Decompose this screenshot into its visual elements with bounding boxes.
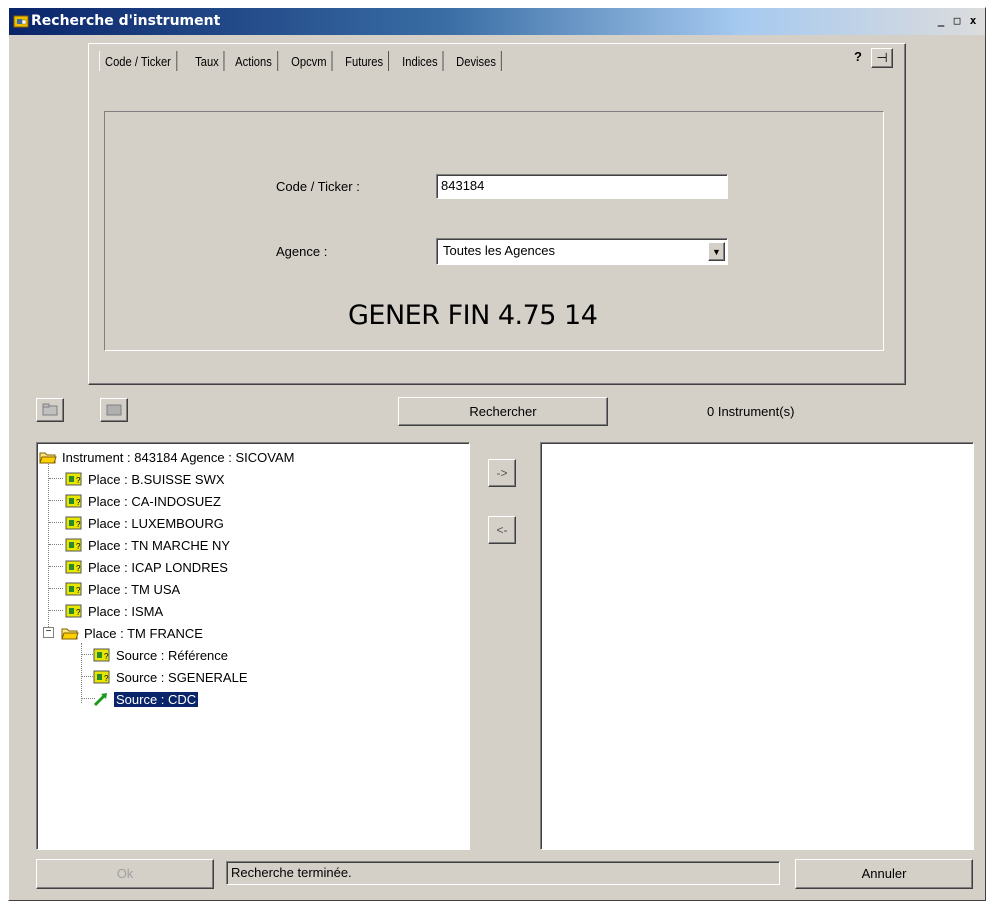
status-bar: Recherche terminée. xyxy=(226,861,780,885)
tab-actions[interactable]: Actions xyxy=(230,51,278,71)
window-title: Recherche d'instrument xyxy=(31,13,221,29)
agence-select[interactable]: Toutes les Agences ▼ xyxy=(436,238,728,265)
tree-connector xyxy=(49,544,63,545)
tree-root-item[interactable]: Instrument : 843184 Agence : SICOVAM xyxy=(39,447,296,467)
place-label: Place : CA-INDOSUEZ xyxy=(88,493,221,509)
svg-text:?: ? xyxy=(76,498,81,507)
place-icon: ? xyxy=(65,472,82,486)
place-icon: ? xyxy=(65,582,82,596)
place-label: Place : ICAP LONDRES xyxy=(88,559,228,575)
folder-open-icon xyxy=(39,452,57,464)
place-label: Place : TM FRANCE xyxy=(84,625,203,641)
folder-open-icon xyxy=(61,628,79,640)
tab-futures[interactable]: Futures xyxy=(340,51,389,71)
place-label: Place : TN MARCHE NY xyxy=(88,537,231,553)
agence-label: Agence : xyxy=(276,244,328,259)
tree-item-place[interactable]: ? Place : TN MARCHE NY xyxy=(65,535,232,555)
source-label: Source : CDC xyxy=(114,691,199,707)
cancel-button[interactable]: Annuler xyxy=(795,859,973,889)
instrument-count: 0 Instrument(s) xyxy=(707,404,795,419)
svg-text:?: ? xyxy=(76,476,81,485)
tree-item-place[interactable]: ? Place : CA-INDOSUEZ xyxy=(65,491,223,511)
tree-item-source-selected[interactable]: Source : CDC xyxy=(93,689,199,709)
folder-closed-button[interactable] xyxy=(36,398,64,422)
place-label: Place : TM USA xyxy=(88,581,181,597)
add-arrow-button[interactable]: -> xyxy=(488,459,516,487)
place-icon: ? xyxy=(65,604,82,618)
svg-text:?: ? xyxy=(76,608,81,617)
source-label: Source : SGENERALE xyxy=(116,669,248,685)
tree-root-label: Instrument : 843184 Agence : SICOVAM xyxy=(62,449,295,465)
maximize-button[interactable]: □ xyxy=(949,14,965,28)
tab-opcvm[interactable]: Opcvm xyxy=(286,51,333,71)
svg-text:?: ? xyxy=(76,520,81,529)
tree-item-place[interactable]: ? Place : ICAP LONDRES xyxy=(65,557,230,577)
help-icon[interactable]: ? xyxy=(847,48,869,68)
title-bar[interactable]: Recherche d'instrument _ □ x xyxy=(9,8,985,35)
source-label: Source : Référence xyxy=(116,647,229,663)
code-ticker-input[interactable]: 843184 xyxy=(436,174,728,199)
tree-item-place[interactable]: ? Place : TM USA xyxy=(65,579,182,599)
minimize-button[interactable]: _ xyxy=(933,14,949,28)
tab-strip: Code / Ticker Taux Actions Opcvm Futures… xyxy=(99,51,510,73)
svg-text:?: ? xyxy=(76,564,81,573)
place-icon: ? xyxy=(65,560,82,574)
tab-taux[interactable]: Taux xyxy=(190,51,225,71)
svg-text:?: ? xyxy=(104,674,109,683)
tree-item-source[interactable]: ? Source : Référence xyxy=(93,645,230,665)
source-icon: ? xyxy=(93,670,110,684)
source-icon: ? xyxy=(93,648,110,662)
svg-text:?: ? xyxy=(104,652,109,661)
tab-code-ticker[interactable]: Code / Ticker xyxy=(99,51,177,71)
tab-indices[interactable]: Indices xyxy=(397,51,444,71)
place-icon: ? xyxy=(65,494,82,508)
chevron-down-icon[interactable]: ▼ xyxy=(708,242,725,261)
selected-instruments-list[interactable] xyxy=(540,442,974,850)
remove-arrow-button[interactable]: <- xyxy=(488,516,516,544)
tree-item-place[interactable]: ? Place : LUXEMBOURG xyxy=(65,513,226,533)
folder-open-button[interactable] xyxy=(100,398,128,422)
tree-connector xyxy=(49,478,63,479)
instrument-name: GENER FIN 4.75 14 xyxy=(348,300,598,331)
tree-item-place[interactable]: ? Place : B.SUISSE SWX xyxy=(65,469,227,489)
folder-open-icon xyxy=(106,404,122,416)
rechercher-button[interactable]: Rechercher xyxy=(398,397,608,426)
instrument-tree[interactable]: Instrument : 843184 Agence : SICOVAM ? P… xyxy=(36,442,470,850)
tree-connector xyxy=(49,566,63,567)
green-arrow-icon xyxy=(93,693,107,707)
code-ticker-label: Code / Ticker : xyxy=(276,179,360,194)
place-label: Place : LUXEMBOURG xyxy=(88,515,224,531)
tab-devises[interactable]: Devises xyxy=(451,51,503,71)
tree-item-place-expanded[interactable]: Place : TM FRANCE xyxy=(61,623,205,643)
tree-connector xyxy=(81,643,82,703)
tree-item-source[interactable]: ? Source : SGENERALE xyxy=(93,667,250,687)
place-icon: ? xyxy=(65,516,82,530)
tree-item-place[interactable]: ? Place : ISMA xyxy=(65,601,165,621)
svg-text:?: ? xyxy=(76,586,81,595)
place-label: Place : ISMA xyxy=(88,603,164,619)
tree-connector xyxy=(49,588,63,589)
pin-icon[interactable]: ⊣ xyxy=(871,48,893,68)
place-label: Place : B.SUISSE SWX xyxy=(88,471,225,487)
tree-connector xyxy=(48,461,49,633)
svg-text:?: ? xyxy=(76,542,81,551)
app-icon xyxy=(13,15,29,28)
tree-connector xyxy=(49,610,63,611)
expand-collapse-toggle[interactable]: − xyxy=(43,627,54,638)
ok-button[interactable]: Ok xyxy=(36,859,214,889)
folder-icon xyxy=(42,403,58,416)
tree-connector xyxy=(49,500,63,501)
tree-connector xyxy=(49,522,63,523)
close-button[interactable]: x xyxy=(965,14,981,28)
agence-selected-value: Toutes les Agences xyxy=(443,243,556,258)
place-icon: ? xyxy=(65,538,82,552)
